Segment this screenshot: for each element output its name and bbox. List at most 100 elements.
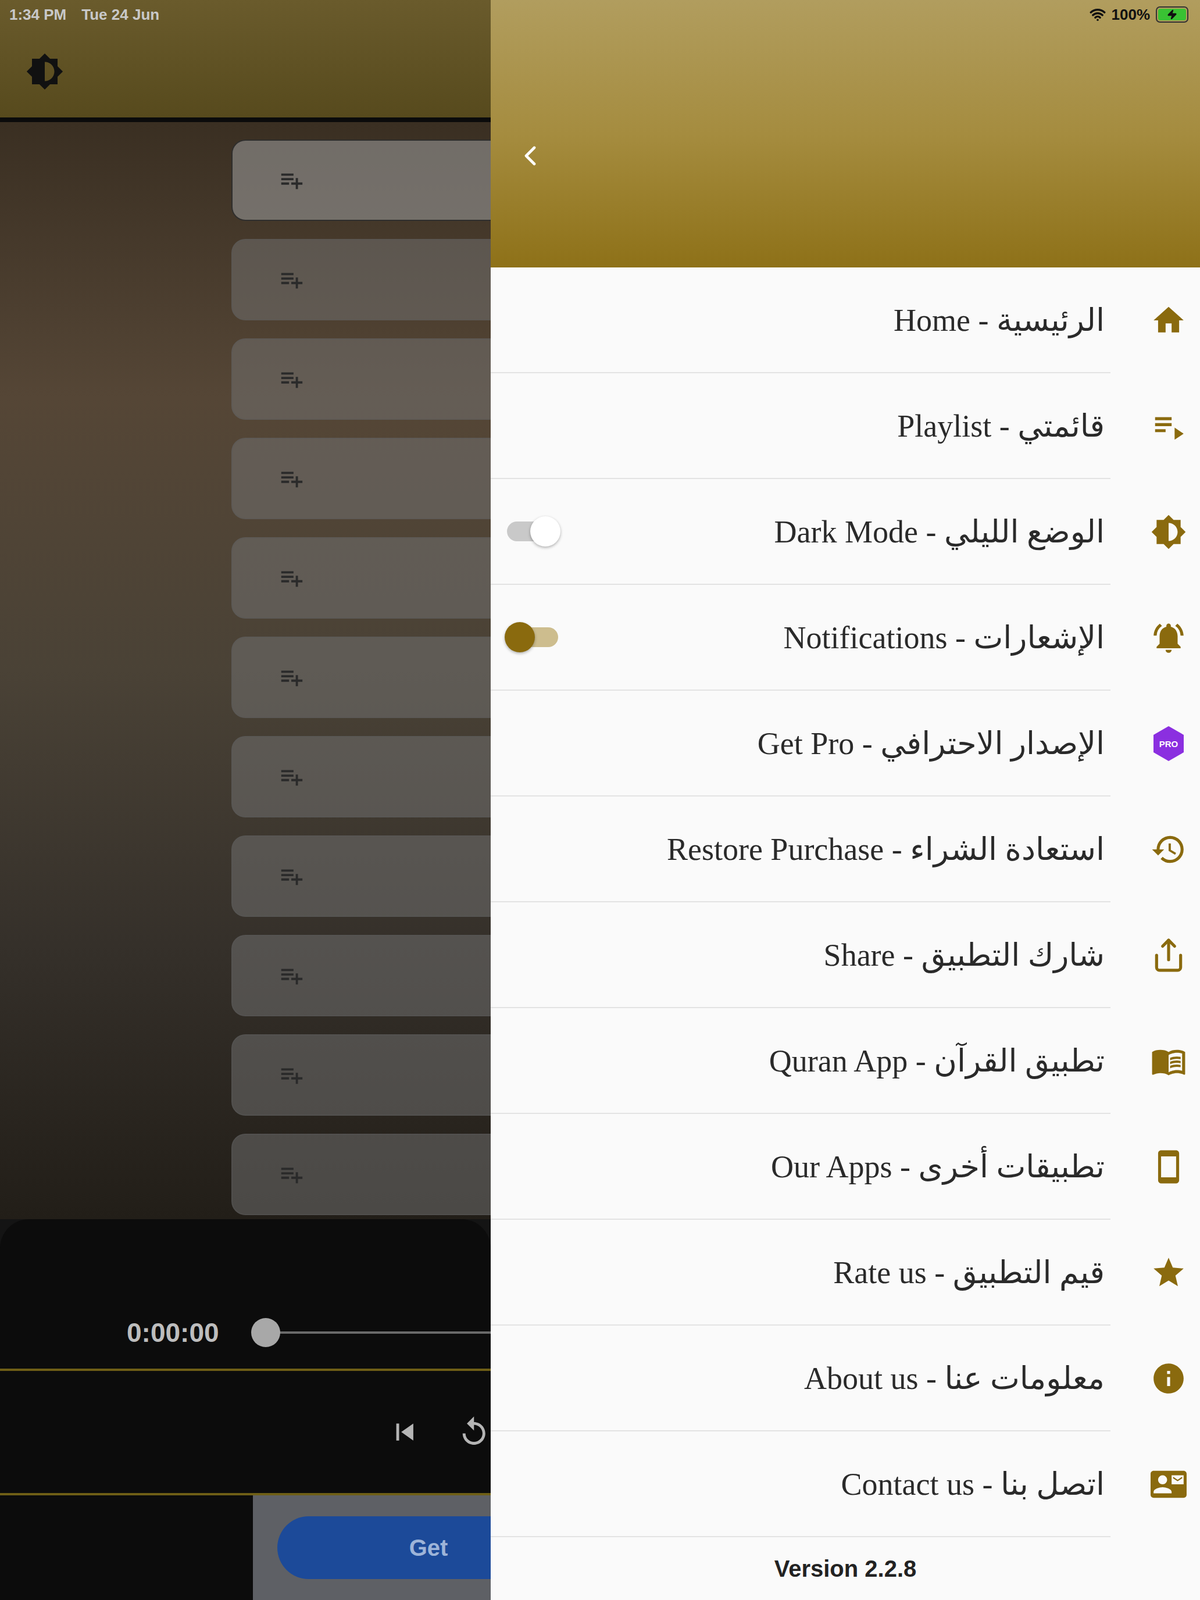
- track-row[interactable]: [231, 238, 491, 321]
- menu-label: Home - الرئيسية: [506, 301, 1105, 339]
- menu-label: About us - معلومات عنا: [506, 1359, 1105, 1397]
- gold-line: [0, 1368, 491, 1371]
- bolt-wrap: [1156, 7, 1188, 22]
- replay-icon[interactable]: [456, 1408, 492, 1456]
- battery-icon: [1155, 6, 1189, 23]
- menu-icon-cell: [1110, 1325, 1200, 1432]
- menu-icon: [1150, 1148, 1187, 1185]
- menu-icon: [1150, 513, 1187, 550]
- track-row[interactable]: [231, 835, 491, 917]
- menu-item-main: Dark Mode - الوضع الليلي: [490, 479, 1111, 585]
- track-row[interactable]: [231, 437, 491, 520]
- toggle-switch[interactable]: [506, 521, 559, 542]
- menu-icon-cell: [1110, 796, 1200, 903]
- menu-item-main: Home - الرئيسية: [490, 267, 1111, 374]
- add-to-playlist-icon[interactable]: [277, 166, 305, 194]
- add-to-playlist-icon[interactable]: [277, 365, 305, 393]
- wifi-icon: [1089, 6, 1106, 23]
- brightness-icon[interactable]: [25, 52, 64, 91]
- background-photo: [0, 122, 491, 1220]
- toggle-thumb: [504, 622, 535, 653]
- pro-badge-icon: PRO: [1150, 725, 1188, 763]
- menu-item-main: Share - شارك التطبيق: [490, 902, 1111, 1009]
- track-row[interactable]: [231, 934, 491, 1017]
- menu-label: Playlist - قائمتي: [506, 407, 1105, 445]
- toggle-switch[interactable]: [506, 627, 559, 648]
- menu-label: Quran App - تطبيق القرآن: [506, 1042, 1105, 1080]
- add-to-playlist-icon[interactable]: [277, 862, 305, 890]
- menu-item-main: Notifications - الإشعارات: [490, 584, 1111, 691]
- menu-label: Rate us - قيم التطبيق: [506, 1254, 1105, 1291]
- svg-text:PRO: PRO: [1159, 738, 1179, 749]
- menu-icon: [1150, 1466, 1187, 1503]
- menu-label: Notifications - الإشعارات: [569, 619, 1105, 656]
- track-row[interactable]: [231, 537, 491, 619]
- progress-slider[interactable]: [265, 1331, 491, 1334]
- status-date: Tue 24 Jun: [81, 5, 160, 24]
- menu-icon-cell: [1110, 584, 1200, 691]
- menu-icon: [1150, 1360, 1187, 1397]
- track-row[interactable]: [231, 139, 491, 221]
- menu-item-main: Our Apps - تطبيقات أخرى: [490, 1113, 1111, 1220]
- menu-icon-cell: [1110, 1113, 1200, 1220]
- player-controls: [0, 1370, 491, 1494]
- skip-previous-icon[interactable]: [387, 1408, 423, 1456]
- menu-item[interactable]: Our Apps - تطبيقات أخرى: [490, 1113, 1200, 1220]
- menu-item-main: Get Pro - الإصدار الاحترافي: [490, 690, 1111, 797]
- menu-item[interactable]: Contact us - اتصل بنا: [490, 1431, 1200, 1538]
- menu-item[interactable]: Rate us - قيم التطبيق: [490, 1219, 1200, 1326]
- menu-item[interactable]: Dark Mode - الوضع الليلي: [490, 479, 1200, 585]
- slider-thumb[interactable]: [251, 1318, 281, 1348]
- menu-list: Home - الرئيسية Playlist - قائمتي Dark Mod…: [490, 267, 1200, 1538]
- track-row[interactable]: [231, 736, 491, 818]
- background-header: [0, 0, 491, 118]
- header-divider: [0, 117, 491, 123]
- menu-icon-cell: [1110, 1008, 1200, 1114]
- add-to-playlist-icon[interactable]: [277, 962, 305, 989]
- menu-icon: [1150, 302, 1187, 339]
- drawer-header: [490, 0, 1200, 268]
- menu-label: Restore Purchase - استعادة الشراء: [506, 830, 1105, 868]
- add-to-playlist-icon[interactable]: [277, 1061, 305, 1089]
- side-drawer: Home - الرئيسية Playlist - قائمتي Dark Mod…: [490, 0, 1200, 1600]
- menu-icon: [1150, 1043, 1187, 1080]
- get-button[interactable]: Get: [277, 1516, 491, 1580]
- status-right: 100%: [1089, 5, 1189, 24]
- toggle-thumb: [530, 516, 561, 547]
- add-to-playlist-icon[interactable]: [277, 266, 305, 294]
- menu-item[interactable]: Notifications - الإشعارات: [490, 584, 1200, 691]
- menu-item[interactable]: Get Pro - الإصدار الاحترافي PRO: [490, 690, 1200, 797]
- menu-item-main: Contact us - اتصل بنا: [490, 1431, 1111, 1538]
- track-row[interactable]: [231, 1034, 491, 1116]
- menu-item[interactable]: Playlist - قائمتي: [490, 373, 1200, 480]
- chevron-left-icon: [513, 139, 547, 173]
- menu-item-main: About us - معلومات عنا: [490, 1325, 1111, 1432]
- background-screen: 0:00:00Get: [0, 0, 491, 1600]
- menu-icon: [1150, 831, 1187, 868]
- add-to-playlist-icon[interactable]: [277, 465, 305, 492]
- add-to-playlist-icon[interactable]: [277, 663, 305, 691]
- menu-icon: [1150, 408, 1187, 445]
- back-button[interactable]: [512, 138, 548, 174]
- menu-icon: [1150, 619, 1187, 656]
- menu-item-main: Restore Purchase - استعادة الشراء: [490, 796, 1111, 903]
- menu-item[interactable]: Home - الرئيسية: [490, 267, 1200, 374]
- track-row[interactable]: [231, 636, 491, 719]
- menu-item-main: Playlist - قائمتي: [490, 373, 1111, 480]
- menu-item-main: Quran App - تطبيق القرآن: [490, 1008, 1111, 1114]
- menu-icon-cell: [1110, 1431, 1200, 1538]
- menu-item[interactable]: Quran App - تطبيق القرآن: [490, 1008, 1200, 1114]
- track-row[interactable]: [231, 1133, 491, 1216]
- menu-label: Get Pro - الإصدار الاحترافي: [506, 725, 1105, 762]
- status-bar: 1:34 PMTue 24 Jun 100%: [0, 0, 1200, 30]
- add-to-playlist-icon[interactable]: [277, 564, 305, 592]
- menu-item[interactable]: Restore Purchase - استعادة الشراء: [490, 796, 1200, 903]
- menu-item[interactable]: Share - شارك التطبيق: [490, 902, 1200, 1009]
- add-to-playlist-icon[interactable]: [277, 763, 305, 791]
- menu-label: Contact us - اتصل بنا: [506, 1465, 1105, 1503]
- status-left: 1:34 PMTue 24 Jun: [9, 5, 160, 24]
- ad-banner: Get: [252, 1495, 491, 1600]
- add-to-playlist-icon[interactable]: [277, 1161, 305, 1188]
- menu-item[interactable]: About us - معلومات عنا: [490, 1325, 1200, 1432]
- track-row[interactable]: [231, 338, 491, 420]
